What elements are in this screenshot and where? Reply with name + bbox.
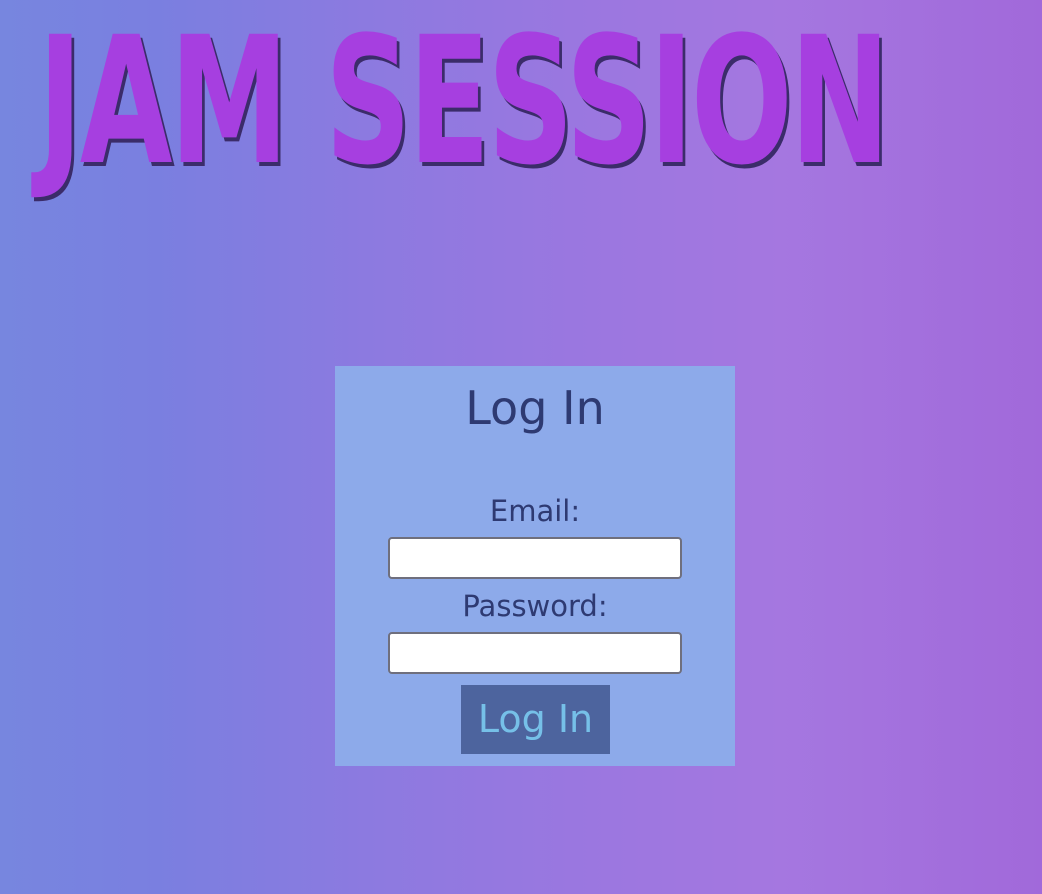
password-field[interactable] (388, 632, 682, 674)
email-label: Email: (489, 494, 581, 528)
app-title: JAM SESSION (38, 0, 890, 204)
login-form: Log In Email: Password: Log In (335, 366, 735, 766)
login-heading: Log In (465, 381, 605, 435)
login-button[interactable]: Log In (461, 685, 610, 754)
email-field[interactable] (388, 537, 682, 579)
password-label: Password: (462, 589, 608, 623)
